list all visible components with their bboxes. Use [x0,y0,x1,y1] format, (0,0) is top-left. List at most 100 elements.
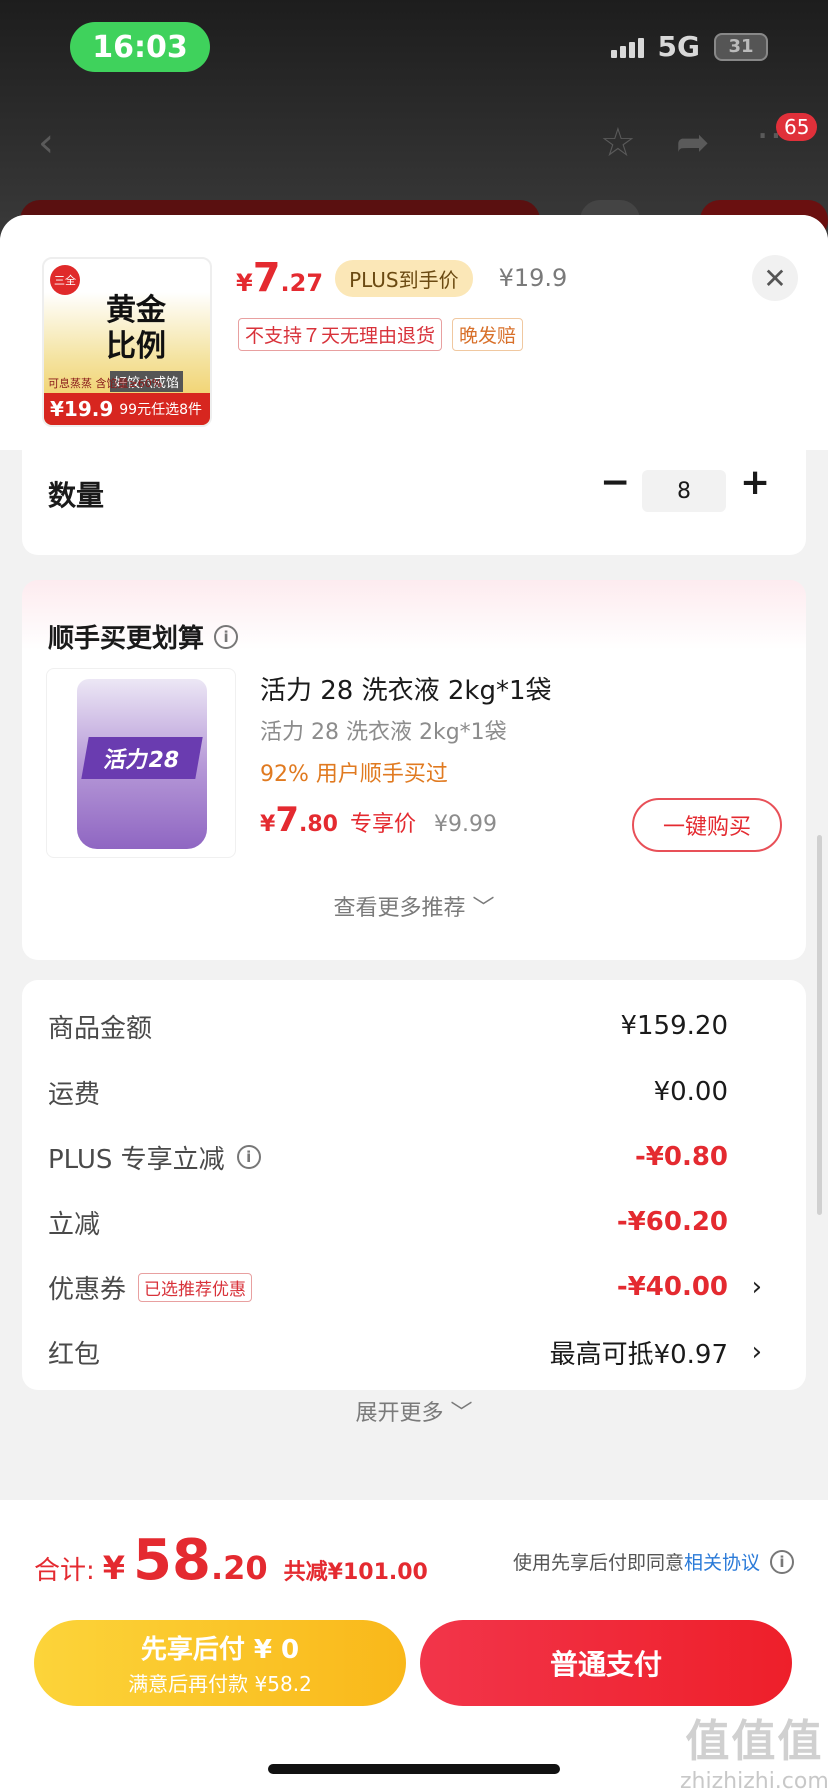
status-indicators: 5G 31 [610,30,768,63]
home-indicator[interactable] [268,1764,560,1774]
summary-row-instant-discount: 立减 -¥60.20 [48,1202,788,1242]
agreement-link[interactable]: 相关协议 [684,1552,760,1574]
summary-label-text: PLUS 专享立减 [48,1144,225,1175]
agreement-text: 使用先享后付即同意相关协议 [513,1548,760,1575]
quantity-card: 数量 − 8 + [22,450,806,555]
close-button[interactable]: ✕ [752,255,798,301]
message-badge: 65 [776,113,818,141]
detergent-pouch-image: 活力28 [77,679,207,849]
more-recommendations-link[interactable]: 查看更多推荐 ﹀ [22,890,806,922]
summary-value: 最高可抵¥0.97 [549,1339,728,1370]
summary-label: 商品金额 [48,1013,153,1044]
summary-label: PLUS 专享立减 i [48,1139,261,1176]
total-decimal: .20 [210,1549,268,1587]
total-label: 合计: [34,1556,95,1586]
network-type: 5G [657,30,700,63]
plus-price-badge: PLUS到手价 [335,259,473,297]
recommend-item-price: ¥7.80 [260,800,338,840]
price-decimal: .80 [298,812,338,837]
info-icon[interactable]: i [236,1145,261,1169]
site-watermark: 值值值 zhizhizhi.com [680,1705,828,1792]
back-icon[interactable]: ‹ [38,120,54,166]
total-price: 合计: ¥ 58 .20 共减¥101.00 [34,1528,428,1593]
recommend-item-name[interactable]: 活力 28 洗衣液 2kg*1袋 [260,670,552,707]
thumbnail-promo: 99元任选8件 [119,402,202,418]
summary-row-red-packet[interactable]: 红包 最高可抵¥0.97 › [48,1332,788,1372]
summary-value: -¥60.20 [616,1207,728,1237]
signal-icon [610,36,644,58]
info-icon[interactable]: i [214,624,239,649]
thumbnail-price: ¥19.9 [50,397,114,421]
summary-row-coupon[interactable]: 优惠券 已选推荐优惠 -¥40.00 › [48,1267,788,1307]
quantity-label: 数量 [48,479,105,512]
product-tags: 不支持７天无理由退货 晚发赔 [238,318,524,351]
summary-value: -¥40.00 [616,1272,728,1302]
recommend-title-text: 顺手买更划算 [48,624,205,654]
pay-later-title: 先享后付 ¥ 0 [140,1635,300,1665]
original-price: ¥19.9 [498,264,568,292]
price-summary-card: 商品金额 ¥159.20 运费 ¥0.00 PLUS 专享立减 i -¥0.80… [22,980,806,1390]
agreement-prefix: 使用先享后付即同意 [512,1552,684,1574]
pay-later-subtitle: 满意后再付款 ¥58.2 [128,1672,312,1696]
thumbnail-priceband: ¥19.9 99元任选8件 [44,393,210,425]
recommend-item-rate: 92% 用户顺手买过 [260,762,448,787]
recommend-original-price: ¥9.99 [433,812,497,837]
pay-later-button[interactable]: 先享后付 ¥ 0 满意后再付款 ¥58.2 [34,1620,406,1706]
star-icon[interactable]: ☆ [600,120,636,166]
late-delivery-tag: 晚发赔 [452,318,524,351]
thumbnail-title: 黄金 比例 [106,293,166,364]
checkout-footer: 合计: ¥ 58 .20 共减¥101.00 使用先享后付即同意相关协议 i 先… [0,1500,828,1792]
status-time: 16:03 [70,22,210,72]
summary-value: ¥0.00 [653,1077,728,1107]
recommend-card: 顺手买更划算 i 活力28 活力 28 洗衣液 2kg*1袋 活力 28 洗衣液… [22,580,806,960]
summary-label: 红包 [48,1339,101,1370]
exclusive-price-label: 专享价 [349,812,416,837]
summary-label: 优惠券 已选推荐优惠 [48,1269,253,1306]
total-saved: 共减¥101.00 [283,1560,428,1585]
quantity-minus-button[interactable]: − [600,462,630,503]
total-integer: 58 [133,1528,211,1593]
pouch-brand: 活力28 [81,737,203,779]
price-integer: 7 [275,800,299,840]
recommend-title: 顺手买更划算 i [48,618,239,655]
watermark-url: zhizhizhi.com [680,1769,828,1792]
summary-value: -¥0.80 [634,1142,728,1172]
summary-row-goods: 商品金额 ¥159.20 [48,1006,788,1046]
price-currency: ¥ [260,812,276,837]
info-icon[interactable]: i [770,1549,794,1574]
expand-more-link[interactable]: 展开更多 ﹀ [22,1395,806,1427]
price-integer: 7 [252,255,281,301]
summary-row-shipping: 运费 ¥0.00 [48,1072,788,1112]
summary-label-text: 优惠券 [48,1274,127,1305]
battery-level: 31 [728,36,754,57]
price-currency: ¥ [236,269,253,297]
brand-logo: 三全 [50,265,80,295]
summary-label: 运费 [48,1079,101,1110]
price-decimal: .27 [280,269,324,297]
normal-pay-button[interactable]: 普通支付 [420,1620,792,1706]
product-price: ¥7.27 [236,255,323,301]
summary-label: 立减 [48,1209,101,1240]
share-icon[interactable]: ➦ [676,120,710,166]
no-return-tag: 不支持７天无理由退货 [238,318,443,351]
chevron-right-icon: › [751,1272,762,1302]
thumbnail-sub: 可息蒸蒸 含馅量≥60% [48,377,163,390]
recommend-item-sub: 活力 28 洗衣液 2kg*1袋 [260,720,507,745]
product-header: 三全 黄金 比例 好饺六成馅 可息蒸蒸 含馅量≥60% ¥19.9 99元任选8… [0,215,828,450]
coupon-selected-tag: 已选推荐优惠 [138,1272,253,1302]
battery-icon: 31 [714,32,768,61]
product-thumbnail[interactable]: 三全 黄金 比例 好饺六成馅 可息蒸蒸 含馅量≥60% ¥19.9 99元任选8… [42,257,212,427]
quantity-input[interactable]: 8 [642,470,726,512]
scrollbar[interactable] [817,835,822,1215]
product-price-line: ¥7.27 PLUS到手价 ¥19.9 [236,255,567,301]
one-click-buy-button[interactable]: 一键购买 [632,798,782,852]
summary-value: ¥159.20 [620,1011,728,1041]
chevron-right-icon: › [751,1337,762,1367]
watermark-logo: 值值值 [685,1716,824,1767]
quantity-plus-button[interactable]: + [740,462,770,503]
recommend-item-price-line: ¥7.80 专享价 ¥9.99 [260,800,497,840]
recommend-item-image[interactable]: 活力28 [46,668,236,858]
total-currency: ¥ [102,1549,126,1587]
agreement-note: 使用先享后付即同意相关协议 i [513,1548,794,1575]
summary-row-plus-discount: PLUS 专享立减 i -¥0.80 [48,1137,788,1177]
